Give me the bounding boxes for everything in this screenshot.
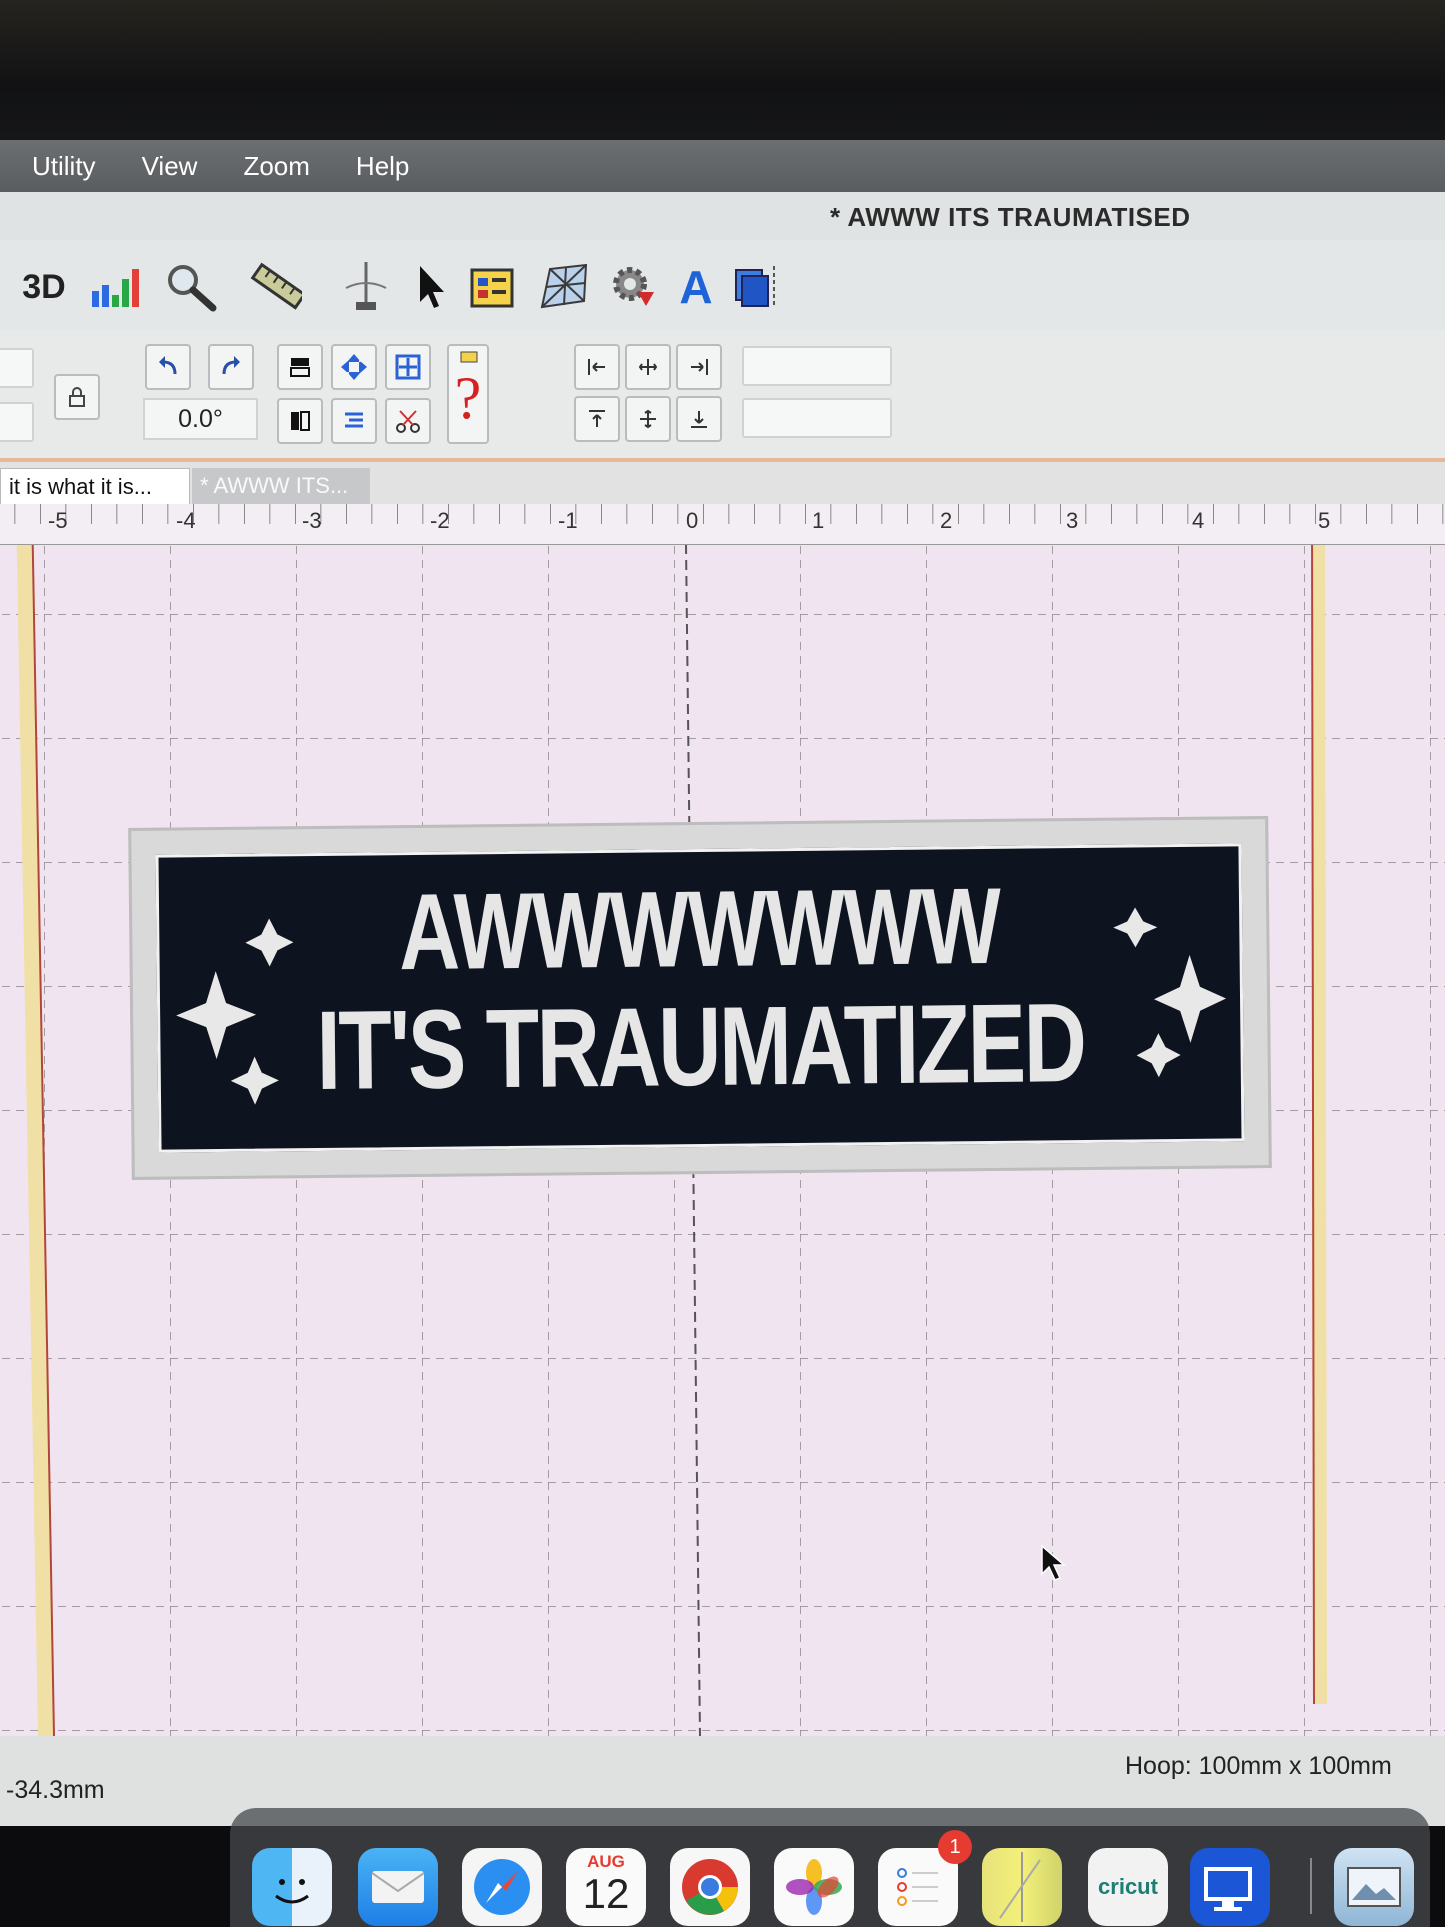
ruler-label: 0	[686, 508, 699, 533]
patch-line-1: AWWWWWWW	[398, 864, 1001, 993]
chart-icon[interactable]	[90, 262, 142, 312]
calendar-icon[interactable]: AUG 12	[566, 1848, 646, 1926]
ruler-label: 5	[1318, 508, 1331, 533]
undo-icon	[159, 356, 177, 375]
ruler-label: -2	[430, 508, 450, 533]
menu-zoom[interactable]: Zoom	[243, 151, 309, 182]
dock-separator	[1310, 1858, 1312, 1914]
menu-utility[interactable]: Utility	[32, 151, 96, 182]
reminders-badge: 1	[938, 1830, 972, 1864]
notes-app-icon[interactable]	[982, 1848, 1062, 1926]
ruler-label: -3	[302, 508, 322, 533]
height-field[interactable]	[0, 402, 34, 442]
net-icon[interactable]	[536, 262, 588, 312]
dock: AUG 12 1 cricut	[230, 1808, 1430, 1927]
ruler-label: 3	[1066, 508, 1079, 533]
preview-icon[interactable]	[1334, 1848, 1414, 1926]
calendar-day: 12	[582, 1870, 630, 1917]
flip-vertical-button[interactable]	[277, 344, 323, 390]
position-x-field[interactable]	[742, 346, 892, 386]
coordinate-readout: -34.3mm	[6, 1776, 105, 1804]
center-button[interactable]	[331, 344, 377, 390]
cricut-icon[interactable]: cricut	[1088, 1848, 1168, 1926]
redo-icon	[222, 356, 240, 375]
monitor-bezel	[0, 0, 1445, 140]
flip-horizontal-button[interactable]	[277, 398, 323, 444]
align-left-button[interactable]	[574, 344, 620, 390]
align-right-button[interactable]	[676, 344, 722, 390]
align-top-button[interactable]	[574, 396, 620, 442]
mail-icon[interactable]	[358, 1848, 438, 1926]
undo-button[interactable]	[145, 344, 191, 390]
ruler-label: 2	[940, 508, 953, 533]
copy-icon[interactable]	[728, 262, 780, 312]
gear-icon[interactable]	[608, 262, 660, 312]
edit-toolbar: 0.0° ?	[0, 330, 1445, 462]
tab-it-is-what-it-is[interactable]: it is what it is...	[0, 468, 190, 504]
menu-bar: Utility View Zoom Help	[0, 140, 1445, 192]
hoop-size: Hoop: 100mm x 100mm	[1125, 1752, 1392, 1780]
document-tabs: it is what it is... * AWWW ITS...	[0, 462, 1445, 504]
position-y-field[interactable]	[742, 398, 892, 438]
color-table-icon[interactable]	[466, 262, 518, 312]
document-title: * AWWW ITS TRAUMATISED	[830, 202, 1191, 232]
letter-a-icon[interactable]: A	[670, 261, 722, 313]
needle-icon[interactable]	[338, 262, 390, 312]
mouse-cursor-icon	[1041, 1544, 1067, 1581]
design-canvas[interactable]: -5 -4 -3 -2 -1 0 1 2 3 4 5 AWWWWWWW IT'S…	[0, 504, 1445, 1736]
tab-awww-its[interactable]: * AWWW ITS...	[192, 468, 370, 504]
rotation-field[interactable]: 0.0°	[143, 398, 258, 440]
cricut-label: cricut	[1098, 1874, 1158, 1899]
align-center-h-button[interactable]	[625, 344, 671, 390]
finder-icon[interactable]	[252, 1848, 332, 1926]
patch-design[interactable]: AWWWWWWW IT'S TRAUMATIZED	[128, 816, 1272, 1180]
magnifier-icon[interactable]	[165, 262, 217, 312]
redo-button[interactable]	[208, 344, 254, 390]
ruler-label: -1	[558, 508, 578, 533]
patch-fill: AWWWWWWW IT'S TRAUMATIZED	[155, 843, 1245, 1153]
align-center-v-button[interactable]	[625, 396, 671, 442]
ruler-label: 1	[812, 508, 825, 533]
ruler-label: -5	[48, 508, 68, 533]
chrome-icon[interactable]	[670, 1848, 750, 1926]
lock-button[interactable]	[54, 374, 100, 420]
remote-desktop-icon[interactable]	[1190, 1848, 1270, 1926]
menu-help[interactable]: Help	[356, 151, 409, 182]
calendar-month: AUG	[587, 1852, 625, 1871]
photos-icon[interactable]	[774, 1848, 854, 1926]
lock-icon	[69, 387, 85, 407]
svg-text:?: ?	[455, 365, 482, 431]
horizontal-ruler: -5 -4 -3 -2 -1 0 1 2 3 4 5	[0, 504, 1445, 545]
3d-icon[interactable]: 3D	[18, 262, 70, 312]
ruler-label: 4	[1192, 508, 1205, 533]
pointer-icon[interactable]	[404, 262, 456, 312]
ruler-label: -4	[176, 508, 196, 533]
cut-button[interactable]	[385, 398, 431, 444]
align-button[interactable]	[331, 398, 377, 444]
title-bar: * AWWW ITS TRAUMATISED	[0, 192, 1445, 240]
menu-view[interactable]: View	[142, 151, 198, 182]
help-button[interactable]: ?	[447, 344, 489, 444]
ruler-icon[interactable]	[250, 262, 302, 312]
width-field[interactable]	[0, 348, 34, 388]
safari-icon[interactable]	[462, 1848, 542, 1926]
main-toolbar: 3D A	[0, 240, 1445, 330]
fit-button[interactable]	[385, 344, 431, 390]
patch-line-2: IT'S TRAUMATIZED	[315, 979, 1086, 1114]
align-bottom-button[interactable]	[676, 396, 722, 442]
